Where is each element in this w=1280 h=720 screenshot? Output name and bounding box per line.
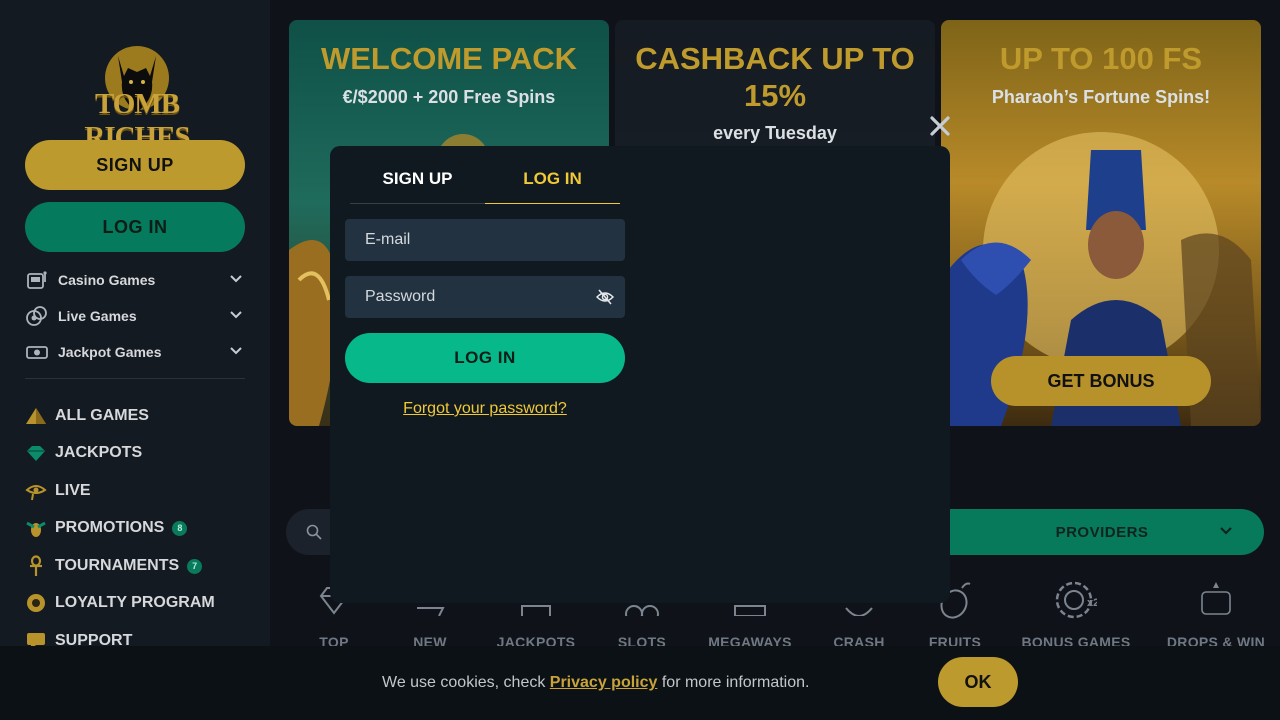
providers-label: PROVIDERS <box>1055 523 1149 541</box>
eye-off-icon[interactable] <box>596 289 614 305</box>
cash-icon <box>25 340 49 364</box>
nav-label: ALL GAMES <box>55 407 149 424</box>
privacy-policy-link[interactable]: Privacy policy <box>550 674 658 691</box>
nav-label: LIVE <box>55 482 91 499</box>
category-casino-games[interactable]: Casino Games <box>25 268 245 292</box>
login-modal: SIGN UP LOG IN LOG IN Forgot your passwo… <box>330 146 950 603</box>
chevron-down-icon[interactable] <box>229 308 243 322</box>
search-icon <box>306 524 322 540</box>
drops-and-wins-icon <box>1198 578 1234 622</box>
tab-login[interactable]: LOG IN <box>485 154 620 204</box>
tournaments-count-badge: 7 <box>187 558 203 574</box>
sidebar-signup-button[interactable]: SIGN UP <box>25 140 245 190</box>
chevron-down-icon[interactable] <box>229 272 243 286</box>
scarab-icon <box>25 517 47 539</box>
login-submit-button[interactable]: LOG IN <box>345 333 625 383</box>
nav-label: PROMOTIONS <box>55 519 165 536</box>
cookie-message: We use cookies, check Privacy policy for… <box>382 674 809 692</box>
cookie-text-before: We use cookies, check <box>382 674 550 691</box>
nav-jackpots[interactable]: JACKPOTS <box>25 441 255 465</box>
category-label: Jackpot Games <box>58 344 162 360</box>
slot-machine-icon <box>25 268 49 292</box>
banner-subtitle: every Tuesday <box>713 123 837 143</box>
sidebar-login-button[interactable]: LOG IN <box>25 202 245 252</box>
tab-bonus-games[interactable]: x2 BONUS GAMES <box>1011 578 1141 650</box>
sidebar-divider <box>25 378 245 379</box>
get-bonus-button[interactable]: GET BONUS <box>991 356 1211 406</box>
chip-x2-icon: x2 <box>1055 578 1097 622</box>
tab-drops-and-win[interactable]: DROPS & WIN <box>1151 578 1280 650</box>
cookie-banner: We use cookies, check Privacy policy for… <box>0 646 1280 720</box>
providers-dropdown[interactable]: PROVIDERS <box>940 509 1264 555</box>
nav-tournaments[interactable]: TOURNAMENTS 7 <box>25 554 255 578</box>
category-label: Casino Games <box>58 272 156 288</box>
medal-icon <box>25 592 47 614</box>
category-live-games[interactable]: Live Games <box>25 304 245 328</box>
chevron-down-icon <box>1220 527 1232 535</box>
nav-loyalty-program[interactable]: LOYALTY PROGRAM <box>25 591 255 615</box>
category-jackpot-games[interactable]: Jackpot Games <box>25 340 245 364</box>
nav-promotions[interactable]: PROMOTIONS 8 <box>25 516 255 540</box>
forgot-password-link[interactable]: Forgot your password? <box>345 400 625 418</box>
close-icon[interactable] <box>928 114 952 138</box>
logo[interactable]: TOMB RICHES <box>58 42 216 153</box>
nav-label: TOURNAMENTS <box>55 557 180 574</box>
cookie-ok-button[interactable]: OK <box>938 657 1018 707</box>
pyramid-icon <box>25 405 47 427</box>
gem-icon <box>25 442 47 464</box>
sidebar: TOMB RICHES SIGN UP LOG IN Casino Games … <box>0 0 270 720</box>
nav-label: LOYALTY PROGRAM <box>55 594 215 611</box>
password-field[interactable] <box>345 276 625 318</box>
nav-all-games[interactable]: ALL GAMES <box>25 404 255 428</box>
banner-free-spins[interactable]: UP TO 100 FS Pharaoh’s Fortune Spins! GE… <box>941 20 1261 426</box>
cookie-text-after: for more information. <box>657 674 810 691</box>
nav-label: JACKPOTS <box>55 444 143 461</box>
banner-title: CASHBACK UP TO 15% <box>635 41 915 113</box>
tab-signup[interactable]: SIGN UP <box>350 154 485 204</box>
email-field[interactable] <box>345 219 625 261</box>
category-label: Live Games <box>58 308 137 324</box>
nav-live[interactable]: LIVE <box>25 479 255 503</box>
promotions-count-badge: 8 <box>172 520 188 536</box>
svg-text:x2: x2 <box>1087 597 1097 609</box>
ankh-icon <box>25 555 47 577</box>
chips-icon <box>25 304 49 328</box>
chevron-down-icon[interactable] <box>229 344 243 358</box>
eye-of-horus-icon <box>25 480 47 502</box>
